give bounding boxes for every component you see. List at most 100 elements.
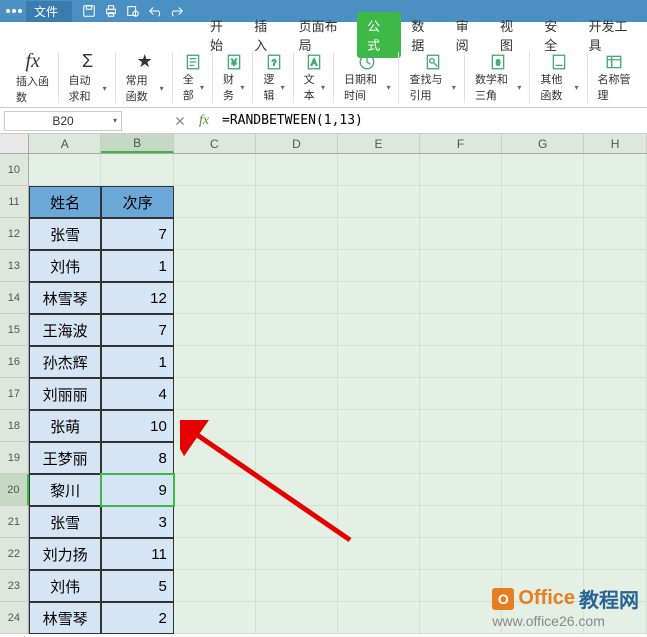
cell[interactable] (584, 282, 647, 314)
cell[interactable]: 8 (101, 442, 174, 474)
cell[interactable] (420, 442, 502, 474)
cell[interactable] (502, 282, 584, 314)
cell[interactable] (174, 218, 256, 250)
cell[interactable] (338, 602, 420, 634)
cell[interactable] (584, 314, 647, 346)
row-header[interactable]: 23 (0, 570, 29, 602)
col-header-G[interactable]: G (502, 134, 584, 153)
cancel-icon[interactable] (170, 111, 190, 131)
cell-reference-box[interactable]: B20 ▾ (4, 111, 122, 131)
cell[interactable] (420, 154, 502, 186)
cell[interactable]: 1 (101, 250, 174, 282)
grid-body[interactable]: 1011姓名次序12张雪713刘伟114林雪琴1215王海波716孙杰辉117刘… (0, 154, 647, 634)
cell[interactable] (256, 538, 338, 570)
cell[interactable] (256, 570, 338, 602)
cell[interactable] (256, 314, 338, 346)
row-header[interactable]: 24 (0, 602, 29, 634)
cell[interactable] (502, 474, 584, 506)
cell[interactable]: 4 (101, 378, 174, 410)
cell[interactable] (502, 218, 584, 250)
print-icon[interactable] (104, 4, 118, 18)
cell[interactable]: 11 (101, 538, 174, 570)
cell[interactable]: 林雪琴 (29, 602, 102, 634)
cell[interactable]: 姓名 (29, 186, 102, 218)
col-header-H[interactable]: H (584, 134, 647, 153)
cell[interactable]: 刘伟 (29, 250, 102, 282)
cell[interactable] (420, 218, 502, 250)
row-header[interactable]: 11 (0, 186, 29, 218)
name-manager-button[interactable]: 名称管理 (590, 52, 640, 103)
cell[interactable]: 黎川 (29, 474, 102, 506)
cell[interactable] (502, 314, 584, 346)
cell[interactable] (174, 570, 256, 602)
cell[interactable] (174, 378, 256, 410)
cell[interactable] (584, 378, 647, 410)
cell[interactable] (420, 410, 502, 442)
row-header[interactable]: 18 (0, 410, 29, 442)
col-header-D[interactable]: D (256, 134, 338, 153)
cell[interactable]: 1 (101, 346, 174, 378)
row-header[interactable]: 10 (0, 154, 29, 186)
cell[interactable] (338, 186, 420, 218)
row-header[interactable]: 16 (0, 346, 29, 378)
cell[interactable] (502, 346, 584, 378)
cell[interactable] (174, 250, 256, 282)
cell[interactable]: 王梦丽 (29, 442, 102, 474)
row-header[interactable]: 19 (0, 442, 29, 474)
cell[interactable] (584, 410, 647, 442)
datetime-button[interactable]: 日期和时间▾ (336, 52, 399, 103)
cell[interactable] (420, 602, 502, 634)
autosum-button[interactable]: Σ 自动求和▾ (61, 52, 116, 103)
cell[interactable] (174, 442, 256, 474)
cell[interactable] (256, 410, 338, 442)
cell[interactable] (338, 538, 420, 570)
cell[interactable] (420, 250, 502, 282)
cell[interactable] (420, 346, 502, 378)
row-header[interactable]: 17 (0, 378, 29, 410)
cell[interactable] (420, 186, 502, 218)
cell[interactable] (584, 218, 647, 250)
cell[interactable] (338, 442, 420, 474)
cell[interactable] (502, 410, 584, 442)
cell[interactable]: 7 (101, 314, 174, 346)
cell[interactable] (338, 570, 420, 602)
cell[interactable]: 孙杰辉 (29, 346, 102, 378)
col-header-F[interactable]: F (420, 134, 502, 153)
cell[interactable] (584, 538, 647, 570)
cell[interactable]: 林雪琴 (29, 282, 102, 314)
cell[interactable] (584, 186, 647, 218)
cell[interactable] (29, 154, 101, 186)
cell[interactable] (338, 410, 420, 442)
cell[interactable] (174, 282, 256, 314)
cell[interactable] (420, 538, 502, 570)
cell[interactable]: 5 (101, 570, 174, 602)
cell[interactable] (256, 186, 338, 218)
cell[interactable] (502, 506, 584, 538)
common-functions-button[interactable]: ★ 常用函数▾ (118, 52, 173, 103)
cell[interactable]: 3 (101, 506, 174, 538)
cell[interactable] (584, 506, 647, 538)
cell[interactable] (256, 602, 338, 634)
all-functions-button[interactable]: 全部▾ (175, 52, 213, 103)
cell[interactable] (502, 378, 584, 410)
cell[interactable]: 刘丽丽 (29, 378, 102, 410)
undo-icon[interactable] (148, 4, 162, 18)
lookup-button[interactable]: 查找与引用▾ (401, 52, 464, 103)
col-header-C[interactable]: C (174, 134, 256, 153)
col-header-E[interactable]: E (338, 134, 420, 153)
row-header[interactable]: 12 (0, 218, 29, 250)
select-all-corner[interactable] (0, 134, 29, 153)
redo-icon[interactable] (170, 4, 184, 18)
cell[interactable]: 7 (101, 218, 174, 250)
cell[interactable]: 次序 (101, 186, 174, 218)
row-header[interactable]: 22 (0, 538, 29, 570)
cell[interactable] (174, 186, 256, 218)
cell[interactable] (584, 154, 647, 186)
cell[interactable] (256, 154, 338, 186)
row-header[interactable]: 21 (0, 506, 29, 538)
cell[interactable]: 张雪 (29, 506, 102, 538)
cell[interactable] (420, 378, 502, 410)
cell[interactable] (256, 346, 338, 378)
cell[interactable] (420, 474, 502, 506)
cell[interactable] (420, 314, 502, 346)
